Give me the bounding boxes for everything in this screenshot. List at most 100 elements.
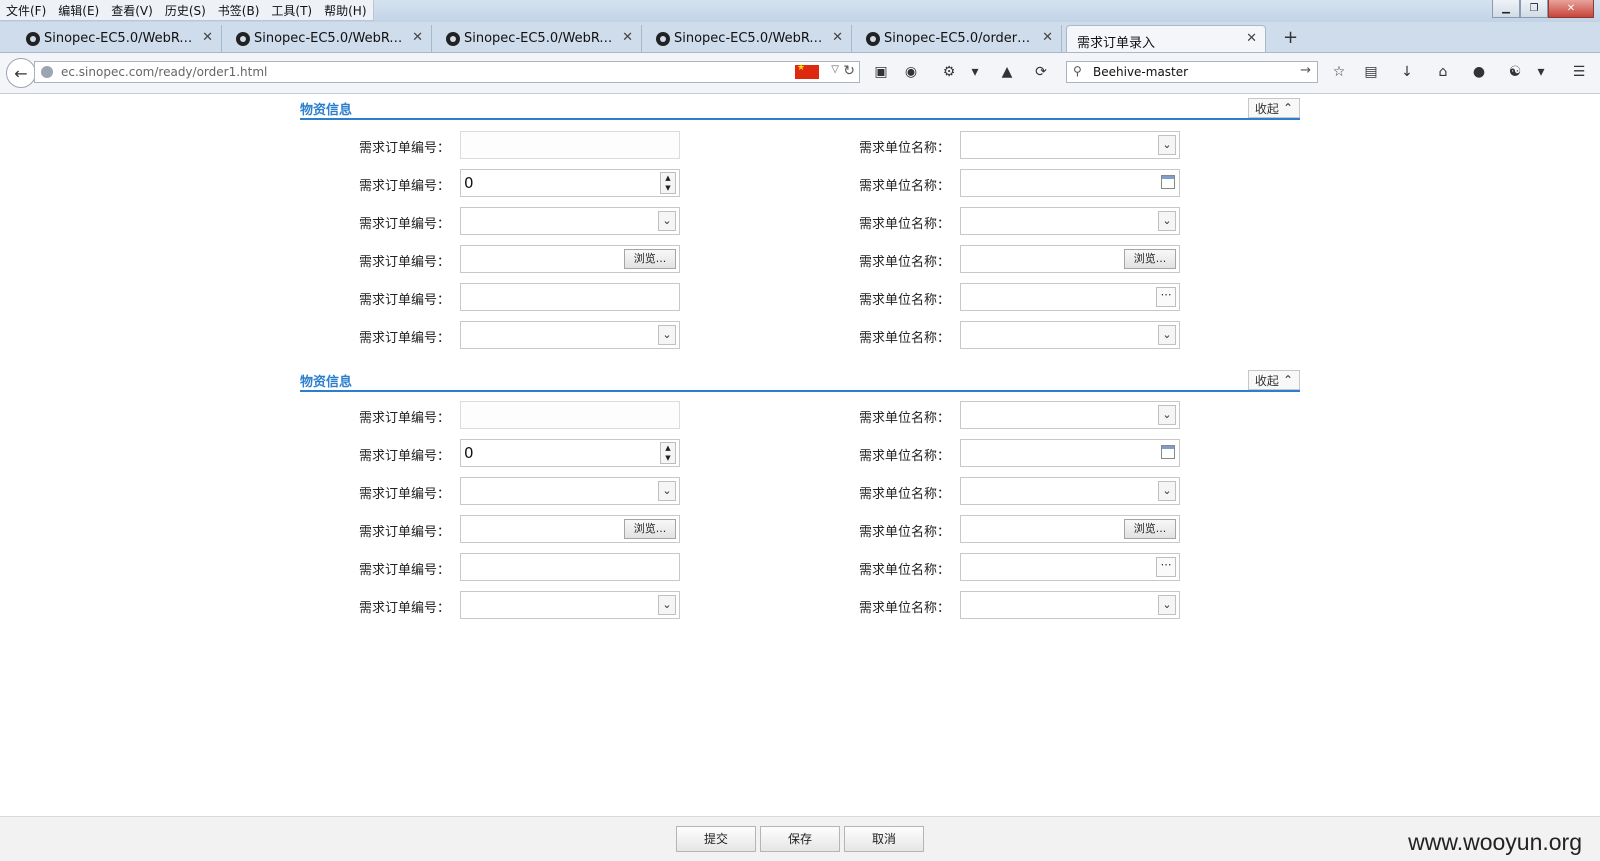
close-tab-icon[interactable]: ✕ xyxy=(1042,30,1053,45)
china-flag-icon xyxy=(795,63,819,79)
stepper-value: 0 xyxy=(464,444,474,462)
search-bar[interactable]: ⚲ Beehive-master → xyxy=(1066,61,1318,83)
tab-5[interactable]: Sinopec-EC5.0/order1.ht... ✕ xyxy=(862,25,1062,52)
tab-3[interactable]: Sinopec-EC5.0/WebRoot... ✕ xyxy=(442,25,642,52)
chevron-down-icon[interactable]: ▾ xyxy=(966,64,984,82)
unit-name-select[interactable]: ⌄ xyxy=(960,477,1180,505)
chat-icon[interactable]: ● xyxy=(1470,64,1488,82)
close-tab-icon[interactable]: ✕ xyxy=(412,30,423,45)
image-icon[interactable]: ▣ xyxy=(872,64,890,82)
collapse-button[interactable]: 收起 ⌃ xyxy=(1247,98,1300,118)
tab-2[interactable]: Sinopec-EC5.0/WebRoot... ✕ xyxy=(232,25,432,52)
order-number-input[interactable] xyxy=(460,401,680,429)
tab-order-entry[interactable]: 需求订单录入 ✕ xyxy=(1066,25,1266,52)
spin-down-icon[interactable]: ▼ xyxy=(661,183,675,193)
close-tab-icon[interactable]: ✕ xyxy=(202,30,213,45)
chevron-down-icon[interactable]: ▾ xyxy=(1532,64,1550,82)
number-stepper[interactable]: 0 ▲ ▼ xyxy=(460,169,680,197)
close-window-button[interactable]: ✕ xyxy=(1548,0,1594,18)
spinner[interactable]: ▲ ▼ xyxy=(660,172,676,194)
gear-icon[interactable]: ⚙ xyxy=(940,64,958,82)
hamburger-menu-icon[interactable]: ☰ xyxy=(1570,64,1588,82)
form-row: 需求订单编号： ⌄ 需求单位名称： ⌄ xyxy=(300,477,1300,505)
unit-name-select[interactable]: ⌄ xyxy=(960,401,1180,429)
menu-help[interactable]: 帮助(H) xyxy=(318,0,372,20)
file-input[interactable]: 浏览... xyxy=(460,245,680,273)
order-number-select[interactable]: ⌄ xyxy=(460,477,680,505)
spin-up-icon[interactable]: ▲ xyxy=(661,173,675,183)
chevron-down-icon[interactable]: ⌄ xyxy=(658,211,676,231)
spin-down-icon[interactable]: ▼ xyxy=(661,453,675,463)
calendar-icon[interactable] xyxy=(1161,175,1175,189)
order-number-select[interactable]: ⌄ xyxy=(460,207,680,235)
unit-name-select[interactable]: ⌄ xyxy=(960,321,1180,349)
close-tab-icon[interactable]: ✕ xyxy=(832,30,843,45)
browse-button[interactable]: 浏览... xyxy=(1124,519,1176,539)
order-number-select[interactable]: ⌄ xyxy=(460,591,680,619)
addon-icon[interactable]: ◉ xyxy=(902,64,920,82)
translate-icon[interactable]: ☯ xyxy=(1506,64,1524,82)
menu-edit[interactable]: 编辑(E) xyxy=(52,0,105,20)
order-number-input[interactable] xyxy=(460,131,680,159)
chevron-down-icon[interactable]: ⌄ xyxy=(1158,595,1176,615)
close-tab-icon[interactable]: ✕ xyxy=(1246,31,1257,46)
address-bar[interactable]: ec.sinopec.com/ready/order1.html ▽ ↻ xyxy=(34,61,860,83)
new-tab-button[interactable]: + xyxy=(1283,27,1298,48)
chevron-down-icon[interactable]: ⌄ xyxy=(1158,325,1176,345)
chevron-down-icon[interactable]: ⌄ xyxy=(1158,135,1176,155)
calendar-icon[interactable] xyxy=(1161,445,1175,459)
back-button[interactable]: ← xyxy=(6,58,36,88)
menu-bookmarks[interactable]: 书签(B) xyxy=(212,0,266,20)
date-input[interactable] xyxy=(960,169,1180,197)
chevron-down-icon[interactable]: ⌄ xyxy=(1158,481,1176,501)
browse-button[interactable]: 浏览... xyxy=(624,249,676,269)
spin-up-icon[interactable]: ▲ xyxy=(661,443,675,453)
browse-button[interactable]: 浏览... xyxy=(624,519,676,539)
text-input[interactable] xyxy=(460,553,680,581)
collapse-button[interactable]: 收起 ⌃ xyxy=(1247,370,1300,390)
restore-button[interactable]: ❐ xyxy=(1520,0,1548,18)
unit-name-select[interactable]: ⌄ xyxy=(960,131,1180,159)
minimize-button[interactable]: ▁ xyxy=(1492,0,1520,18)
number-stepper[interactable]: 0 ▲ ▼ xyxy=(460,439,680,467)
menu-view[interactable]: 查看(V) xyxy=(105,0,159,20)
star-icon[interactable]: ☆ xyxy=(1330,64,1348,82)
chevron-down-icon[interactable]: ⌄ xyxy=(658,481,676,501)
home-icon[interactable]: ⌂ xyxy=(1434,64,1452,82)
lookup-input[interactable]: ⋯ xyxy=(960,283,1180,311)
spinner[interactable]: ▲ ▼ xyxy=(660,442,676,464)
chevron-down-icon[interactable]: ⌄ xyxy=(1158,405,1176,425)
tab-1[interactable]: Sinopec-EC5.0/WebRoot... ✕ xyxy=(22,25,222,52)
chevron-down-icon[interactable]: ⌄ xyxy=(658,325,676,345)
chevron-down-icon[interactable]: ⌄ xyxy=(1158,211,1176,231)
ellipsis-icon[interactable]: ⋯ xyxy=(1156,287,1176,307)
sync-icon[interactable]: ⟳ xyxy=(1032,64,1050,82)
reload-icon[interactable]: ↻ xyxy=(843,63,855,79)
reader-icon[interactable]: ▤ xyxy=(1362,64,1380,82)
tab-4[interactable]: Sinopec-EC5.0/WebRoot... ✕ xyxy=(652,25,852,52)
close-tab-icon[interactable]: ✕ xyxy=(622,30,633,45)
menu-file[interactable]: 文件(F) xyxy=(0,0,52,20)
file-input[interactable]: 浏览... xyxy=(460,515,680,543)
download-icon[interactable]: ↓ xyxy=(1398,64,1416,82)
search-go-icon[interactable]: → xyxy=(1300,63,1311,78)
lookup-input[interactable]: ⋯ xyxy=(960,553,1180,581)
menu-history[interactable]: 历史(S) xyxy=(159,0,212,20)
rocket-icon[interactable]: ▲ xyxy=(998,64,1016,82)
browse-button[interactable]: 浏览... xyxy=(1124,249,1176,269)
file-input[interactable]: 浏览... xyxy=(960,245,1180,273)
ellipsis-icon[interactable]: ⋯ xyxy=(1156,557,1176,577)
cancel-button[interactable]: 取消 xyxy=(844,826,924,852)
submit-button[interactable]: 提交 xyxy=(676,826,756,852)
tab-bar: Sinopec-EC5.0/WebRoot... ✕ Sinopec-EC5.0… xyxy=(0,22,1600,53)
text-input[interactable] xyxy=(460,283,680,311)
unit-name-select[interactable]: ⌄ xyxy=(960,207,1180,235)
file-input[interactable]: 浏览... xyxy=(960,515,1180,543)
order-number-select[interactable]: ⌄ xyxy=(460,321,680,349)
save-button[interactable]: 保存 xyxy=(760,826,840,852)
menu-tools[interactable]: 工具(T) xyxy=(265,0,318,20)
date-input[interactable] xyxy=(960,439,1180,467)
chevron-down-icon[interactable]: ⌄ xyxy=(658,595,676,615)
unit-name-select[interactable]: ⌄ xyxy=(960,591,1180,619)
history-dropdown-icon[interactable]: ▽ xyxy=(831,64,839,75)
